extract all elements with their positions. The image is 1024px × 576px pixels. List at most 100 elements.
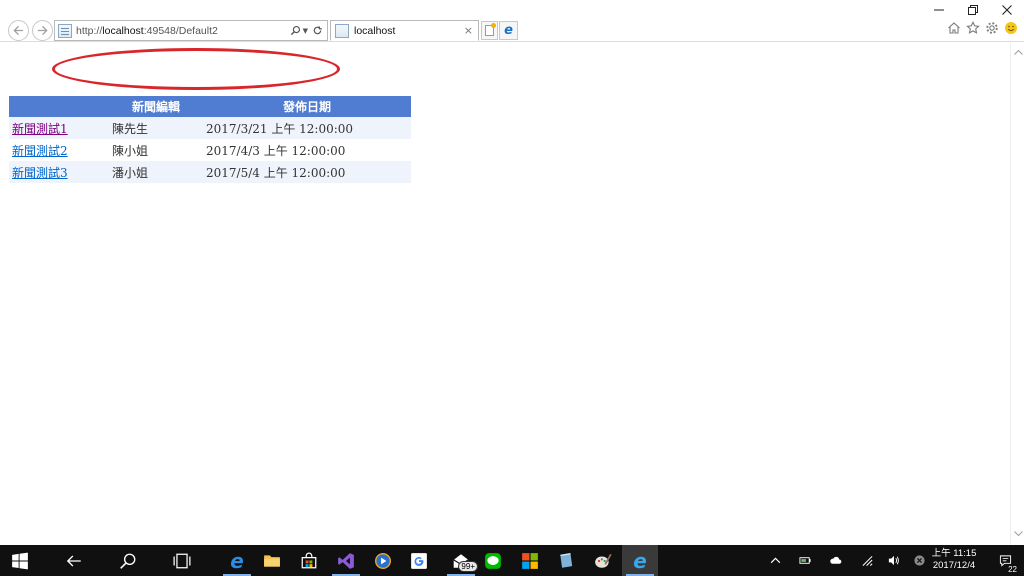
chevron-up-icon (770, 557, 780, 564)
page-content: 新聞編輯 發佈日期 新聞測試1 陳先生 2017/3/21 上午 12:00:0… (0, 43, 1010, 545)
title-cell: 新聞測試1 (9, 117, 109, 139)
gear-icon[interactable] (985, 21, 999, 35)
news-grid: 新聞編輯 發佈日期 新聞測試1 陳先生 2017/3/21 上午 12:00:0… (9, 96, 411, 183)
url-text[interactable]: http://localhost:49548/Default2 (76, 25, 218, 37)
editor-cell: 潘小姐 (109, 161, 203, 183)
show-hidden-icons-button[interactable] (766, 545, 784, 576)
tray-onedrive[interactable] (826, 545, 844, 576)
news-link[interactable]: 新聞測試1 (12, 122, 68, 136)
taskbar-paint[interactable] (585, 545, 621, 576)
new-tab-icon (485, 23, 496, 36)
table-row: 新聞測試1 陳先生 2017/3/21 上午 12:00:00 (9, 117, 411, 139)
tab-localhost[interactable]: localhost × (330, 20, 479, 41)
tray-volume[interactable] (884, 545, 902, 576)
date-cell: 2017/4/3 上午 12:00:00 (203, 139, 411, 161)
taskbar-visual-studio[interactable] (328, 545, 364, 576)
task-view-icon (173, 553, 191, 568)
notification-count: 22 (1007, 565, 1018, 574)
news-link[interactable]: 新聞測試3 (12, 166, 68, 180)
taskbar-store[interactable] (291, 545, 327, 576)
taskbar-edge[interactable]: e (219, 545, 255, 576)
clock-time: 上午 11:15 (931, 548, 977, 559)
page-icon (58, 23, 72, 38)
speaker-icon (888, 555, 899, 566)
chevron-down-icon[interactable]: ▼ (303, 27, 308, 35)
arrow-left-icon (13, 25, 24, 36)
refresh-icon[interactable] (312, 25, 323, 36)
action-center-button[interactable]: 22 (990, 545, 1020, 576)
open-edge-button[interactable]: e (499, 21, 518, 40)
restore-icon (968, 5, 978, 15)
search-icon (120, 553, 136, 569)
new-tab-button[interactable] (481, 21, 498, 40)
editor-cell: 陳先生 (109, 117, 203, 139)
window-controls (922, 0, 1024, 20)
header-row: 新聞編輯 發佈日期 (9, 96, 411, 117)
url-path: :49548/Default2 (143, 24, 218, 37)
tray-wifi[interactable] (858, 545, 876, 576)
edge-icon: e (230, 548, 244, 573)
google-icon (411, 552, 427, 569)
chevron-down-icon (1013, 531, 1023, 537)
taskbar-back-button[interactable] (56, 545, 92, 576)
minimize-button[interactable] (922, 0, 956, 20)
column-header-editor: 新聞編輯 (109, 96, 203, 117)
search-icon[interactable] (290, 25, 301, 36)
store-icon (301, 552, 317, 568)
tab-title: localhost (354, 24, 396, 37)
taskbar-notes[interactable] (548, 545, 584, 576)
home-icon[interactable] (947, 21, 961, 35)
page-icon (335, 23, 349, 38)
search-button[interactable] (110, 545, 146, 576)
battery-icon (798, 557, 811, 564)
edge-icon: e (504, 23, 513, 38)
title-cell: 新聞測試3 (9, 161, 109, 183)
red-annotation-ellipse (52, 48, 340, 90)
title-cell: 新聞測試2 (9, 139, 109, 161)
line-icon (485, 552, 501, 569)
close-window-button[interactable] (990, 0, 1024, 20)
arrow-left-icon (66, 554, 81, 567)
url-host: localhost (102, 24, 144, 37)
close-icon[interactable]: × (464, 24, 473, 37)
taskbar-clock[interactable]: 上午 11:15 2017/12/4 (928, 548, 980, 572)
paint-icon (595, 553, 612, 568)
tray-input-status[interactable] (910, 545, 928, 576)
start-button[interactable] (2, 545, 38, 576)
editor-cell: 陳小姐 (109, 139, 203, 161)
visual-studio-icon (338, 552, 354, 569)
taskbar-mail[interactable]: 99+ (443, 545, 479, 576)
taskbar-file-explorer[interactable] (254, 545, 290, 576)
taskbar-media-player[interactable] (365, 545, 401, 576)
close-icon (1002, 5, 1012, 15)
star-icon[interactable] (966, 21, 980, 35)
taskbar-line[interactable] (475, 545, 511, 576)
task-view-button[interactable] (164, 545, 200, 576)
folder-icon (264, 554, 280, 567)
taskbar-internet-explorer[interactable]: e (622, 545, 658, 576)
taskbar-office[interactable] (512, 545, 548, 576)
date-cell: 2017/5/4 上午 12:00:00 (203, 161, 411, 183)
column-header-title (9, 96, 109, 117)
tray-battery[interactable] (796, 545, 814, 576)
taskbar: e 99+ e 上午 11:15 2017/12/4 22 (0, 545, 1024, 576)
url-prefix: http:// (76, 24, 103, 37)
close-circle-icon (913, 555, 925, 566)
column-header-date: 發佈日期 (203, 96, 411, 117)
address-bar[interactable]: http://localhost:49548/Default2 ▼ (54, 20, 328, 41)
cloud-icon (829, 556, 841, 564)
restore-button[interactable] (956, 0, 990, 20)
date-cell: 2017/3/21 上午 12:00:00 (203, 117, 411, 139)
scroll-up-button[interactable] (1013, 49, 1023, 57)
forward-button[interactable] (32, 20, 53, 41)
table-row: 新聞測試3 潘小姐 2017/5/4 上午 12:00:00 (9, 161, 411, 183)
taskbar-chrome[interactable] (401, 545, 437, 576)
clock-date: 2017/12/4 (932, 560, 976, 571)
news-link[interactable]: 新聞測試2 (12, 144, 68, 158)
back-button[interactable] (8, 20, 29, 41)
browser-tools (947, 21, 1018, 35)
arrow-right-icon (37, 25, 48, 36)
vertical-scrollbar[interactable] (1010, 43, 1024, 545)
scroll-down-button[interactable] (1013, 531, 1023, 539)
smiley-icon[interactable] (1004, 21, 1018, 35)
